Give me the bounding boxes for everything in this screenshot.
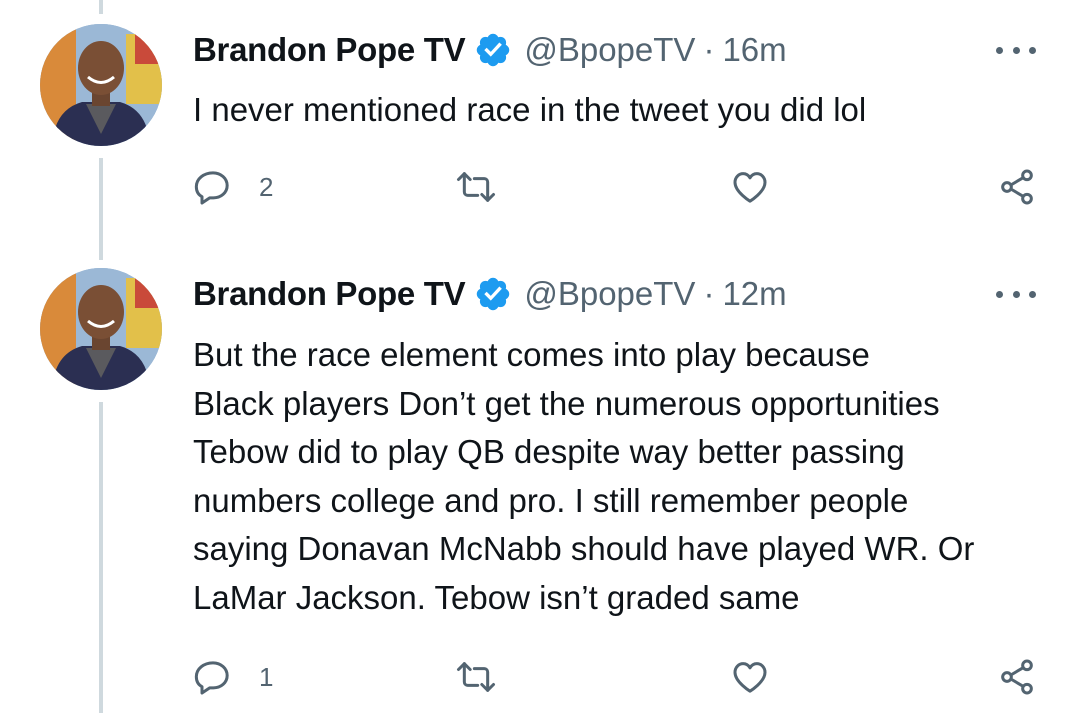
tweet-text-line: Tebow did to play QB despite way better … bbox=[193, 433, 905, 470]
author-handle[interactable]: @BpopeTV bbox=[524, 275, 695, 313]
reply-icon bbox=[194, 171, 229, 205]
retweet-icon bbox=[457, 662, 495, 692]
reply-icon bbox=[194, 661, 229, 695]
avatar[interactable] bbox=[40, 268, 162, 390]
share-icon bbox=[1001, 659, 1033, 695]
avatar-photo bbox=[40, 268, 162, 390]
like-button[interactable] bbox=[730, 167, 770, 207]
tweet-text: I never mentioned race in the tweet you … bbox=[193, 91, 867, 128]
tweet-text-line: numbers college and pro. I still remembe… bbox=[193, 481, 909, 519]
action-bar: 2 bbox=[193, 167, 1043, 207]
avatar[interactable] bbox=[40, 24, 162, 146]
timestamp[interactable]: 12m bbox=[722, 275, 786, 313]
tweet-text: But the race element comes into play bec… bbox=[193, 331, 1053, 622]
like-icon bbox=[733, 662, 767, 693]
verified-icon bbox=[477, 277, 510, 311]
retweet-button[interactable] bbox=[456, 657, 496, 697]
thread-line-middle bbox=[99, 158, 103, 260]
retweet-button[interactable] bbox=[456, 167, 496, 207]
tweet-text-line: saying Donavan McNabb should have played… bbox=[193, 530, 975, 567]
like-button[interactable] bbox=[730, 657, 770, 697]
reply-count: 1 bbox=[259, 661, 274, 692]
reply-button[interactable]: 1 bbox=[193, 657, 273, 697]
tweet-header: Brandon Pope TV @BpopeTV · 16m bbox=[193, 24, 787, 76]
tweet-text-line: But the race element comes into play bec… bbox=[193, 336, 870, 373]
avatar-photo bbox=[40, 24, 162, 146]
reply-count: 2 bbox=[259, 171, 274, 202]
timestamp[interactable]: 16m bbox=[722, 31, 786, 69]
separator-dot: · bbox=[703, 31, 715, 68]
author-handle[interactable]: @BpopeTV bbox=[524, 31, 695, 69]
thread-line-bottom bbox=[99, 402, 103, 713]
share-icon bbox=[1001, 169, 1033, 205]
author-name[interactable]: Brandon Pope TV bbox=[193, 31, 466, 69]
action-bar: 1 bbox=[193, 657, 1043, 697]
separator-dot: · bbox=[703, 275, 715, 312]
reply-button[interactable]: 2 bbox=[193, 167, 273, 207]
more-icon[interactable] bbox=[996, 284, 1036, 304]
verified-icon bbox=[477, 33, 510, 67]
tweet-text-line: LaMar Jackson. Tebow isn’t graded same bbox=[193, 578, 800, 616]
like-icon bbox=[733, 172, 767, 203]
thread-line-top bbox=[99, 0, 103, 14]
share-button[interactable] bbox=[997, 657, 1037, 697]
tweet-header: Brandon Pope TV @BpopeTV · 12m bbox=[193, 268, 787, 320]
more-icon[interactable] bbox=[996, 40, 1036, 60]
retweet-icon bbox=[457, 172, 495, 202]
author-name[interactable]: Brandon Pope TV bbox=[193, 275, 466, 313]
share-button[interactable] bbox=[997, 167, 1037, 207]
tweet-text-line: Black players Don’t get the numerous opp… bbox=[193, 384, 940, 422]
